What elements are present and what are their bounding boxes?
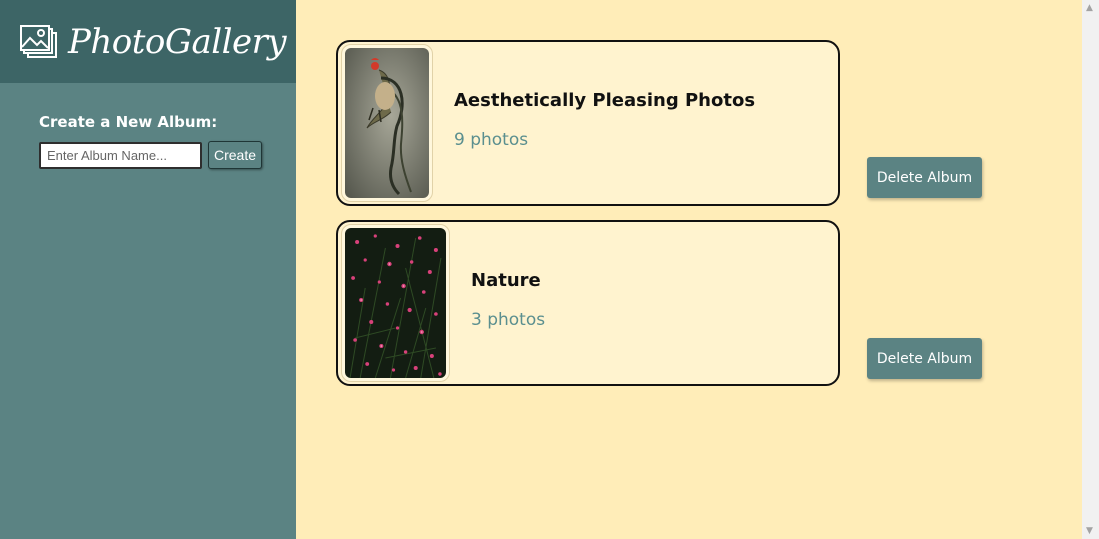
album-title: Nature	[471, 270, 541, 291]
album-row: Nature 3 photos Delete Album	[336, 220, 1076, 386]
album-card[interactable]: Aesthetically Pleasing Photos 9 photos	[336, 40, 840, 206]
sidebar: PhotoGallery Create a New Album: Create	[0, 0, 296, 539]
app-title: PhotoGallery	[68, 21, 287, 62]
album-photo-count: 9 photos	[454, 130, 529, 150]
album-thumbnail	[345, 228, 446, 379]
arrow-down-icon[interactable]: ▼	[1086, 526, 1093, 536]
album-title: Aesthetically Pleasing Photos	[454, 90, 756, 111]
arrow-up-icon[interactable]: ▲	[1086, 3, 1093, 13]
album-list: Aesthetically Pleasing Photos 9 photos D…	[296, 0, 1082, 539]
album-thumbnail	[345, 48, 429, 198]
app-header: PhotoGallery	[0, 0, 296, 83]
photo-gallery-icon	[20, 24, 57, 58]
album-row: Aesthetically Pleasing Photos 9 photos D…	[336, 40, 1076, 206]
album-thumbnail-frame	[341, 224, 450, 382]
create-album-label: Create a New Album:	[39, 113, 218, 131]
album-name-input[interactable]	[39, 141, 202, 169]
create-album-row: Create	[39, 141, 296, 169]
create-album-section: Create a New Album: Create	[0, 83, 296, 169]
delete-album-button[interactable]: Delete Album	[867, 157, 982, 198]
album-card[interactable]: Nature 3 photos	[336, 220, 840, 386]
album-photo-count: 3 photos	[471, 310, 546, 330]
delete-album-button[interactable]: Delete Album	[867, 338, 982, 379]
album-thumbnail-frame	[341, 44, 433, 202]
create-album-button[interactable]: Create	[208, 141, 263, 169]
vertical-scrollbar[interactable]: ▲ ▼	[1082, 0, 1099, 539]
